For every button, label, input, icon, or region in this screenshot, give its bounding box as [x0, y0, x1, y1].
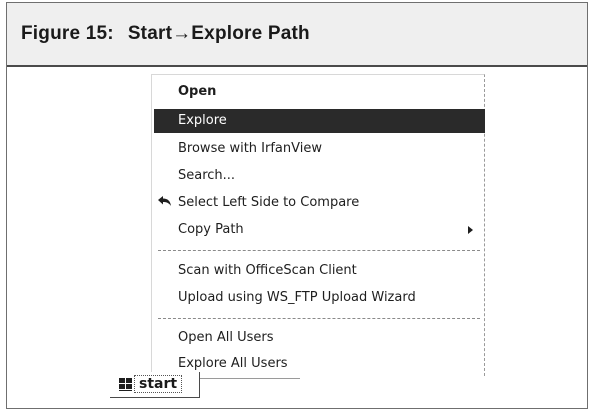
menu-item-open[interactable]: Open [152, 80, 486, 104]
figure-caption: Start→Explore Path [127, 23, 310, 44]
menu-item-scan-officescan[interactable]: Scan with OfficeScan Client [152, 259, 486, 283]
menu-item-label: Open [178, 84, 217, 99]
menu-item-label: Copy Path [178, 222, 244, 237]
menu-item-open-all-users[interactable]: Open All Users [152, 326, 486, 350]
figure-header: Figure 15: Start→Explore Path [7, 3, 587, 67]
start-context-menu: Open Explore Browse with IrfanView Searc… [151, 74, 485, 376]
windows-flag-icon [118, 376, 134, 392]
menu-separator [158, 250, 480, 251]
figure-number: Figure 15: [21, 23, 114, 44]
menu-item-label: Upload using WS_FTP Upload Wizard [178, 290, 416, 305]
menu-item-select-left-side-compare[interactable]: Select Left Side to Compare [152, 191, 486, 215]
menu-item-upload-ws-ftp[interactable]: Upload using WS_FTP Upload Wizard [152, 286, 486, 310]
menu-separator [158, 318, 480, 319]
menu-item-label: Explore [178, 113, 227, 128]
submenu-arrow-icon [468, 226, 473, 234]
menu-item-label: Select Left Side to Compare [178, 195, 360, 210]
figure-title: Figure 15: Start→Explore Path [21, 23, 310, 45]
menu-item-label: Browse with IrfanView [178, 141, 322, 156]
menu-item-explore-all-users[interactable]: Explore All Users [152, 352, 486, 376]
taskbar-edge [200, 378, 300, 379]
menu-item-copy-path[interactable]: Copy Path [152, 218, 486, 242]
undo-arrow-icon [156, 195, 174, 209]
menu-item-explore[interactable]: Explore [154, 109, 485, 133]
menu-item-label: Scan with OfficeScan Client [178, 263, 357, 278]
start-label: start [134, 375, 183, 393]
menu-item-browse-irfanview[interactable]: Browse with IrfanView [152, 137, 486, 161]
menu-item-label: Open All Users [178, 330, 274, 345]
menu-item-label: Explore All Users [178, 356, 288, 371]
menu-item-search[interactable]: Search... [152, 164, 486, 188]
menu-item-label: Search... [178, 168, 236, 183]
start-button[interactable]: start [110, 372, 200, 398]
